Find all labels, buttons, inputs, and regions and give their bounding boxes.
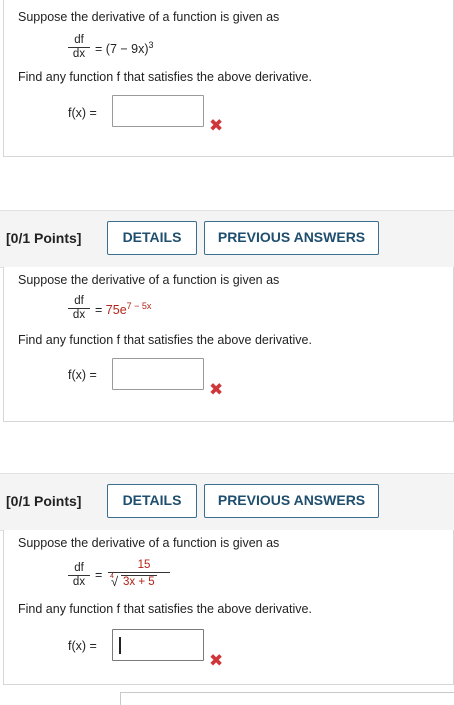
question-2-details-button[interactable]: DETAILS xyxy=(107,221,197,255)
question-3-prompt: Suppose the derivative of a function is … xyxy=(18,536,280,550)
question-1-prompt: Suppose the derivative of a function is … xyxy=(18,10,280,24)
question-3-panel: Suppose the derivative of a function is … xyxy=(3,530,454,685)
question-1-instruction: Find any function f that satisfies the a… xyxy=(18,70,312,84)
question-3-previous-answers-button[interactable]: PREVIOUS ANSWERS xyxy=(204,484,379,518)
question-3-answer-input[interactable] xyxy=(112,629,204,661)
question-1-panel: Suppose the derivative of a function is … xyxy=(3,0,454,157)
question-3-incorrect-icon: ✖ xyxy=(209,651,224,671)
question-2-answer-label: f(x) = xyxy=(68,368,97,382)
question-3-rhs-numerator: 15 xyxy=(108,558,170,573)
radical-icon: √ xyxy=(111,574,119,589)
text-cursor xyxy=(119,637,121,654)
question-2-header: [0/1 Points] DETAILS PREVIOUS ANSWERS xyxy=(0,210,454,268)
question-2-points: [0/1 Points] xyxy=(6,230,82,246)
question-3-rhs-fraction: 15 4 √ 3x + 5 xyxy=(108,558,170,589)
question-3-details-button[interactable]: DETAILS xyxy=(107,484,197,518)
question-3-header: [0/1 Points] DETAILS PREVIOUS ANSWERS xyxy=(0,473,454,531)
question-2-answer-input[interactable] xyxy=(112,358,204,390)
question-1-answer-label: f(x) = xyxy=(68,106,97,120)
question-3-rhs-denominator: 4 √ 3x + 5 xyxy=(108,573,170,589)
question-3-radicand: 3x + 5 xyxy=(121,575,157,588)
question-1-incorrect-icon: ✖ xyxy=(209,116,224,136)
question-2-panel: Suppose the derivative of a function is … xyxy=(3,267,454,422)
question-2-incorrect-icon: ✖ xyxy=(209,380,224,400)
question-1-derivative-fraction: df dx xyxy=(68,34,90,61)
question-3-equals: = xyxy=(95,568,103,582)
question-1-rhs: = (7 − 9x)3 xyxy=(95,40,154,57)
question-2-derivative-fraction: df dx xyxy=(68,295,90,322)
question-2-previous-answers-button[interactable]: PREVIOUS ANSWERS xyxy=(204,221,379,255)
question-3-points: [0/1 Points] xyxy=(6,493,82,509)
next-panel-edge xyxy=(120,692,454,705)
question-1-answer-input[interactable] xyxy=(112,95,204,127)
question-3-instruction: Find any function f that satisfies the a… xyxy=(18,602,312,616)
question-2-instruction: Find any function f that satisfies the a… xyxy=(18,333,312,347)
question-2-prompt: Suppose the derivative of a function is … xyxy=(18,273,280,287)
question-2-rhs: = 75e7 − 5x xyxy=(95,301,152,318)
question-3-derivative-fraction: df dx xyxy=(68,562,90,589)
question-3-answer-label: f(x) = xyxy=(68,639,97,653)
